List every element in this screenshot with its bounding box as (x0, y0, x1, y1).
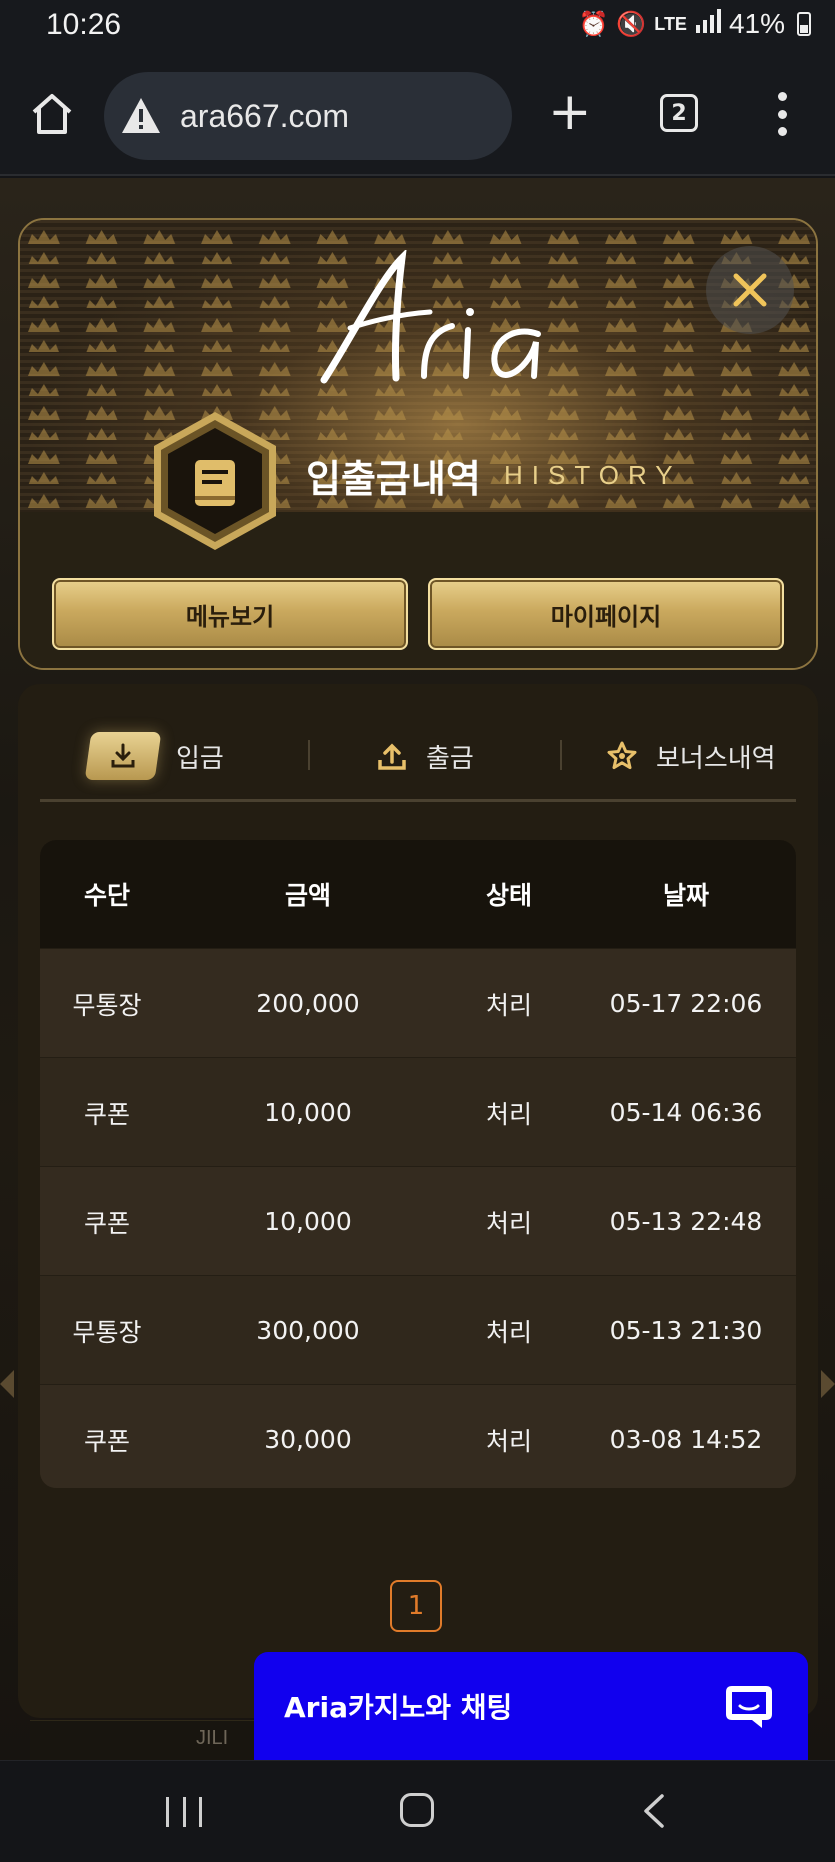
tab-bonus-label: 보너스내역 (656, 743, 776, 774)
tab-divider (560, 740, 562, 770)
column-header-amount: 금액 (284, 881, 331, 910)
chat-widget[interactable]: Aria카지노와 채팅 (254, 1652, 808, 1760)
chat-bubble-icon[interactable] (724, 1682, 774, 1730)
table-row: 무통장 200,000 처리 05-17 22:06 (40, 948, 796, 1057)
status-bar: 10:26 ⏰ 🔇 LTE 41% (0, 0, 835, 56)
battery-percent: 41% (728, 8, 785, 39)
back-icon[interactable] (642, 1793, 666, 1829)
cell-method: 무통장 (72, 990, 142, 1020)
table-row: 쿠폰 10,000 처리 05-13 22:48 (40, 1166, 796, 1275)
tab-deposit[interactable]: 입금 (84, 724, 224, 788)
mypage-button[interactable]: 마이페이지 (428, 578, 784, 650)
mute-icon: 🔇 (616, 10, 647, 38)
chat-label[interactable]: Aria카지노와 채팅 (284, 1686, 512, 1726)
table-row: 쿠폰 30,000 처리 03-08 14:52 (40, 1384, 796, 1488)
status-icons: ⏰ 🔇 LTE 41% (578, 8, 811, 40)
cell-method: 쿠폰 (83, 1426, 130, 1456)
cell-date: 05-13 21:30 (609, 1316, 763, 1345)
tab-withdraw-label: 출금 (426, 743, 474, 774)
cell-method: 쿠폰 (83, 1099, 130, 1129)
download-icon (84, 732, 162, 780)
column-header-date: 날짜 (662, 881, 709, 910)
cell-date: 05-14 06:36 (609, 1098, 763, 1127)
cell-status: 처리 (485, 1317, 532, 1347)
column-header-method: 수단 (83, 881, 130, 910)
tab-switcher-button[interactable]: 2 (660, 94, 698, 132)
cell-amount: 200,000 (256, 989, 360, 1018)
alarm-icon: ⏰ (578, 10, 609, 38)
battery-icon (797, 12, 811, 36)
tab-deposit-label: 입금 (176, 743, 224, 774)
cell-status: 처리 (485, 1099, 532, 1129)
cell-status: 처리 (485, 1208, 532, 1238)
history-modal-header: 입출금내역 HISTORY 메뉴보기 마이페이지 (18, 218, 818, 670)
history-table: 수단 금액 상태 날짜 무통장 200,000 처리 05-17 22:06 쿠… (40, 840, 796, 1488)
browser-toolbar: ara667.com + 2 (0, 56, 835, 176)
home-nav-icon[interactable] (400, 1793, 434, 1827)
recent-apps-icon[interactable] (166, 1797, 202, 1827)
history-tabs: 입금 출금 보너스내역 (40, 724, 796, 802)
close-icon[interactable] (730, 270, 770, 310)
history-content: 입금 출금 보너스내역 수단 금액 상태 날짜 무통장 200,000 처리 0… (18, 684, 818, 1718)
cell-date: 05-17 22:06 (609, 989, 763, 1018)
home-icon[interactable] (28, 90, 76, 138)
system-nav-bar (0, 1760, 835, 1862)
table-row: 무통장 300,000 처리 05-13 21:30 (40, 1275, 796, 1384)
cell-status: 처리 (485, 1426, 532, 1456)
table-header: 수단 금액 상태 날짜 (40, 840, 796, 948)
signal-icon (695, 8, 721, 40)
star-icon (607, 741, 637, 770)
tab-bonus[interactable]: 보너스내역 (606, 724, 776, 788)
book-icon (154, 412, 276, 550)
pagination-page-button[interactable]: 1 (390, 1580, 442, 1632)
cell-amount: 10,000 (264, 1207, 352, 1236)
network-type: LTE (654, 13, 687, 34)
cell-amount: 30,000 (264, 1425, 352, 1454)
column-header-status: 상태 (485, 881, 532, 910)
menu-button[interactable]: 메뉴보기 (52, 578, 408, 650)
footer-provider-label: JILI (196, 1727, 229, 1749)
close-button[interactable] (706, 246, 794, 334)
cell-date: 03-08 14:52 (609, 1425, 763, 1454)
tab-withdraw[interactable]: 출금 (376, 724, 474, 788)
upload-icon (378, 743, 406, 770)
table-row: 쿠폰 10,000 처리 05-14 06:36 (40, 1057, 796, 1166)
warning-icon[interactable] (120, 95, 162, 137)
cell-date: 05-13 22:48 (609, 1207, 763, 1236)
page-subtitle: HISTORY (504, 460, 682, 490)
cell-method: 쿠폰 (83, 1208, 130, 1238)
cell-method: 무통장 (72, 1317, 142, 1347)
tab-divider (308, 740, 310, 770)
new-tab-button[interactable]: + (548, 86, 592, 138)
slider-prev-icon[interactable] (0, 1370, 14, 1398)
url-text[interactable]: ara667.com (180, 98, 349, 135)
more-options-icon[interactable] (772, 92, 792, 136)
cell-amount: 10,000 (264, 1098, 352, 1127)
cell-amount: 300,000 (256, 1316, 360, 1345)
slider-next-icon[interactable] (821, 1370, 835, 1398)
status-time: 10:26 (46, 8, 122, 41)
url-bar[interactable]: ara667.com (104, 72, 512, 160)
page-title: 입출금내역 (306, 457, 481, 501)
aria-logo (320, 250, 541, 384)
cell-status: 처리 (485, 990, 532, 1020)
